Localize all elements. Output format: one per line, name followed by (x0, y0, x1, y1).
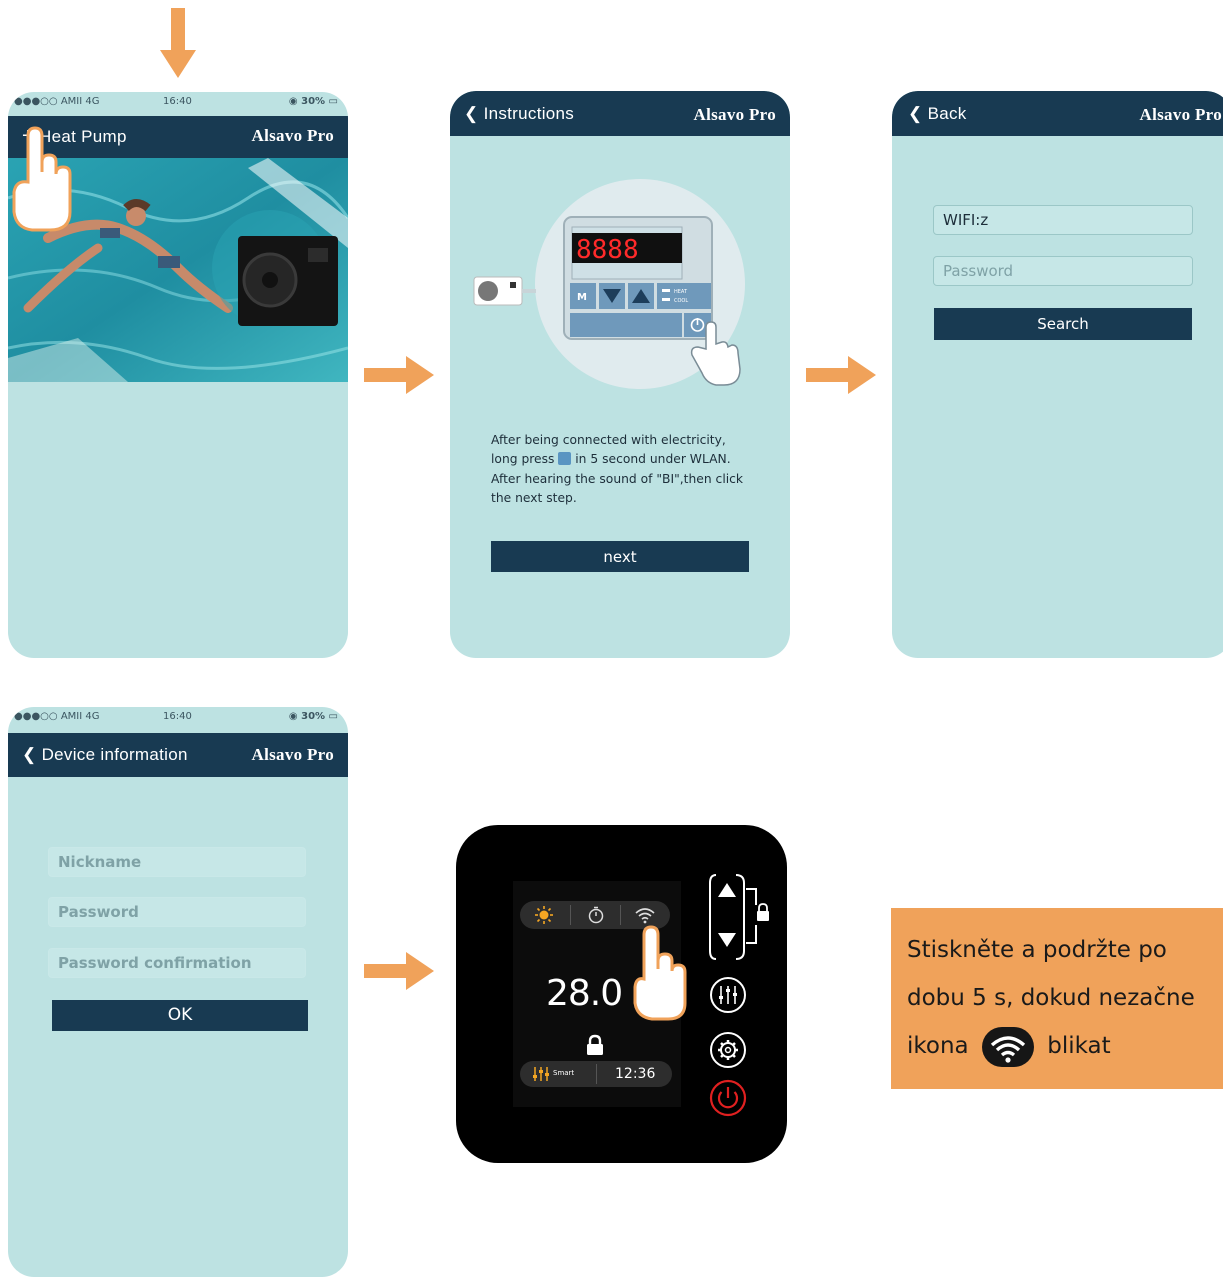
mode-key-label: M (577, 292, 587, 303)
wifi-icon[interactable] (634, 905, 656, 925)
phone-screen-heat-pump: ●●●○○ AMII 4G 16:40 ◉ 30% ▭ + Heat Pump … (8, 92, 348, 658)
mode-clock-bar: Smart 12:36 (520, 1061, 672, 1087)
wifi-icon (981, 1026, 1034, 1067)
status-time: 16:40 (163, 96, 192, 107)
settings-gear-icon[interactable] (708, 1030, 748, 1070)
carrier: ●●●○○ AMII 4G (14, 711, 100, 722)
chevron-left-icon: ❮ (464, 104, 479, 123)
status-bar: ●●●○○ AMII 4G 16:40 ◉ 30% ▭ (8, 707, 348, 727)
navbar: ❮ Back Alsavo Pro (892, 91, 1223, 136)
cool-label: COOL (674, 298, 688, 304)
temperature-readout: 28.0 (546, 973, 623, 1014)
controller-illustration: 8888 M HEAT COOL (473, 179, 745, 389)
battery: ◉ 30% ▭ (288, 96, 338, 107)
back-label: Instructions (483, 104, 575, 123)
instruction-line-4: the next step. (491, 490, 577, 505)
status-bar: ●●●○○ AMII 4G 16:40 ◉ 30% ▭ (8, 92, 348, 112)
wifi-password-field[interactable]: Password (933, 256, 1193, 286)
page-title: Device information (41, 745, 188, 764)
next-button[interactable]: next (491, 541, 749, 572)
timer-icon (588, 906, 604, 924)
instruction-box: Stiskněte a podržte po dobu 5 s, dokud n… (891, 908, 1223, 1089)
back-label: Back (927, 104, 967, 123)
clock-label: 12:36 (615, 1066, 656, 1082)
instruction-text: After being connected with electricity, … (491, 431, 761, 508)
instruction-line-3: ikona blikat (907, 1022, 1223, 1070)
seven-segment-display: 8888 (576, 235, 639, 265)
instruction-line-1: After being connected with electricity, (491, 433, 726, 447)
nickname-field[interactable]: Nickname (48, 847, 306, 877)
power-button[interactable] (708, 1078, 748, 1118)
phone-screen-instructions: ❮ Instructions Alsavo Pro 8888 M HEAT CO… (450, 91, 790, 658)
wifi-ssid-field[interactable]: WIFI:z (933, 205, 1193, 235)
password-confirmation-field[interactable]: Password confirmation (48, 948, 306, 978)
chevron-left-icon: ❮ (22, 745, 37, 764)
chevron-left-icon: ❮ (908, 104, 923, 123)
brand-logo: Alsavo Pro (693, 105, 776, 124)
right-arrow (806, 356, 876, 394)
brand-logo: Alsavo Pro (251, 126, 334, 145)
phone-screen-wifi: ❮ Back Alsavo Pro WIFI:z Password Search (892, 91, 1223, 658)
brand-logo: Alsavo Pro (251, 745, 334, 764)
sliders-icon (533, 1067, 549, 1081)
back-button[interactable]: ❮ Device information (22, 745, 188, 765)
instruction-line-1: Stiskněte a podržte po (907, 937, 1167, 963)
instruction-line-2: long press in 5 second under WLAN. (491, 452, 731, 467)
up-down-buttons[interactable] (708, 871, 770, 965)
navbar: ❮ Instructions Alsavo Pro (450, 91, 790, 136)
status-time: 16:40 (163, 711, 192, 722)
instruction-line-2: dobu 5 s, dokud nezačne (907, 985, 1195, 1011)
down-arrow (160, 8, 196, 78)
right-arrow (364, 356, 434, 394)
brand-logo: Alsavo Pro (1139, 105, 1222, 124)
sun-icon (535, 906, 553, 924)
lock-icon (587, 1034, 603, 1055)
navbar: ❮ Device information Alsavo Pro (8, 733, 348, 777)
back-button[interactable]: ❮ Back (908, 104, 967, 124)
mode-button[interactable] (708, 975, 748, 1015)
battery: ◉ 30% ▭ (288, 711, 338, 722)
power-button-icon (558, 452, 572, 466)
back-button[interactable]: ❮ Instructions (464, 104, 574, 124)
wall-controller: 28.0 Smart 12:36 (456, 825, 787, 1163)
carrier: ●●●○○ AMII 4G (14, 96, 100, 107)
search-button[interactable]: Search (934, 308, 1192, 340)
phone-screen-device-information: ●●●○○ AMII 4G 16:40 ◉ 30% ▭ ❮ Device inf… (8, 707, 348, 1277)
ok-button[interactable]: OK (52, 1000, 308, 1031)
hand-pointer-icon (12, 126, 72, 232)
right-arrow (364, 952, 434, 990)
heat-label: HEAT (674, 289, 688, 295)
hand-pointer-icon (633, 925, 687, 1021)
mode-label: Smart (553, 1069, 575, 1077)
instruction-line-3: After hearing the sound of "BI",then cli… (491, 471, 744, 486)
password-field[interactable]: Password (48, 897, 306, 927)
